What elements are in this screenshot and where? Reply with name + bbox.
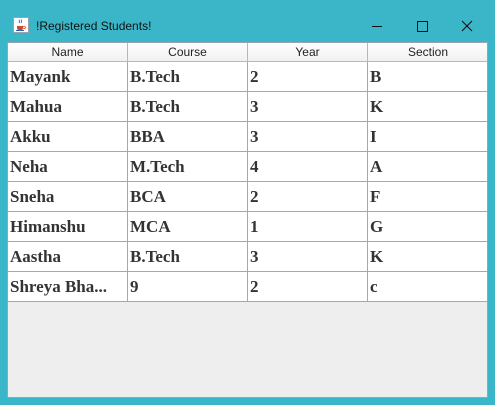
minimize-button[interactable]: [354, 9, 400, 37]
cell-year[interactable]: 3: [247, 241, 368, 272]
cell-course[interactable]: B.Tech: [127, 241, 248, 272]
cell-name[interactable]: Shreya Bha...: [8, 271, 128, 302]
cell-name[interactable]: Neha: [8, 151, 128, 182]
cell-name[interactable]: Aastha: [8, 241, 128, 272]
table-header-row: Name Course Year Section: [8, 43, 487, 62]
java-cup-icon: [13, 17, 29, 33]
app-window: !Registered Students! Name Course Year S…: [0, 0, 495, 405]
cell-section[interactable]: K: [367, 91, 487, 122]
cell-year[interactable]: 4: [247, 151, 368, 182]
cell-section[interactable]: K: [367, 241, 487, 272]
cell-course[interactable]: BCA: [127, 181, 248, 212]
cell-year[interactable]: 2: [247, 181, 368, 212]
table-row[interactable]: Akku BBA 3 I: [8, 121, 487, 152]
cell-year[interactable]: 3: [247, 91, 368, 122]
cell-course[interactable]: M.Tech: [127, 151, 248, 182]
cell-course[interactable]: 9: [127, 271, 248, 302]
column-header-year[interactable]: Year: [247, 43, 368, 62]
cell-section[interactable]: I: [367, 121, 487, 152]
cell-name[interactable]: Mahua: [8, 91, 128, 122]
column-header-section[interactable]: Section: [367, 43, 487, 62]
table-row[interactable]: Himanshu MCA 1 G: [8, 211, 487, 242]
column-header-course[interactable]: Course: [127, 43, 248, 62]
minimize-icon: [372, 26, 382, 27]
cell-course[interactable]: BBA: [127, 121, 248, 152]
table-row[interactable]: Shreya Bha... 9 2 c: [8, 271, 487, 302]
table-row[interactable]: Mahua B.Tech 3 K: [8, 91, 487, 122]
table-row[interactable]: Sneha BCA 2 F: [8, 181, 487, 212]
table-row[interactable]: Aastha B.Tech 3 K: [8, 241, 487, 272]
cell-course[interactable]: B.Tech: [127, 91, 248, 122]
cell-section[interactable]: G: [367, 211, 487, 242]
maximize-icon: [417, 21, 428, 32]
cell-name[interactable]: Mayank: [8, 61, 128, 92]
students-table-panel: Name Course Year Section Mayank B.Tech 2…: [7, 42, 488, 398]
window-title: !Registered Students!: [36, 19, 152, 33]
cell-year[interactable]: 2: [247, 271, 368, 302]
cell-course[interactable]: B.Tech: [127, 61, 248, 92]
table-row[interactable]: Neha M.Tech 4 A: [8, 151, 487, 182]
close-button[interactable]: [446, 9, 492, 37]
cell-section[interactable]: A: [367, 151, 487, 182]
column-header-name[interactable]: Name: [8, 43, 128, 62]
cell-course[interactable]: MCA: [127, 211, 248, 242]
cell-year[interactable]: 3: [247, 121, 368, 152]
students-table: Name Course Year Section Mayank B.Tech 2…: [8, 43, 487, 302]
cell-name[interactable]: Akku: [8, 121, 128, 152]
close-icon: [461, 20, 473, 32]
cell-name[interactable]: Himanshu: [8, 211, 128, 242]
table-row[interactable]: Mayank B.Tech 2 B: [8, 61, 487, 92]
cell-section[interactable]: B: [367, 61, 487, 92]
cell-name[interactable]: Sneha: [8, 181, 128, 212]
cell-section[interactable]: F: [367, 181, 487, 212]
cell-section[interactable]: c: [367, 271, 487, 302]
cell-year[interactable]: 1: [247, 211, 368, 242]
maximize-button[interactable]: [400, 9, 446, 37]
title-bar[interactable]: !Registered Students!: [0, 0, 495, 36]
cell-year[interactable]: 2: [247, 61, 368, 92]
